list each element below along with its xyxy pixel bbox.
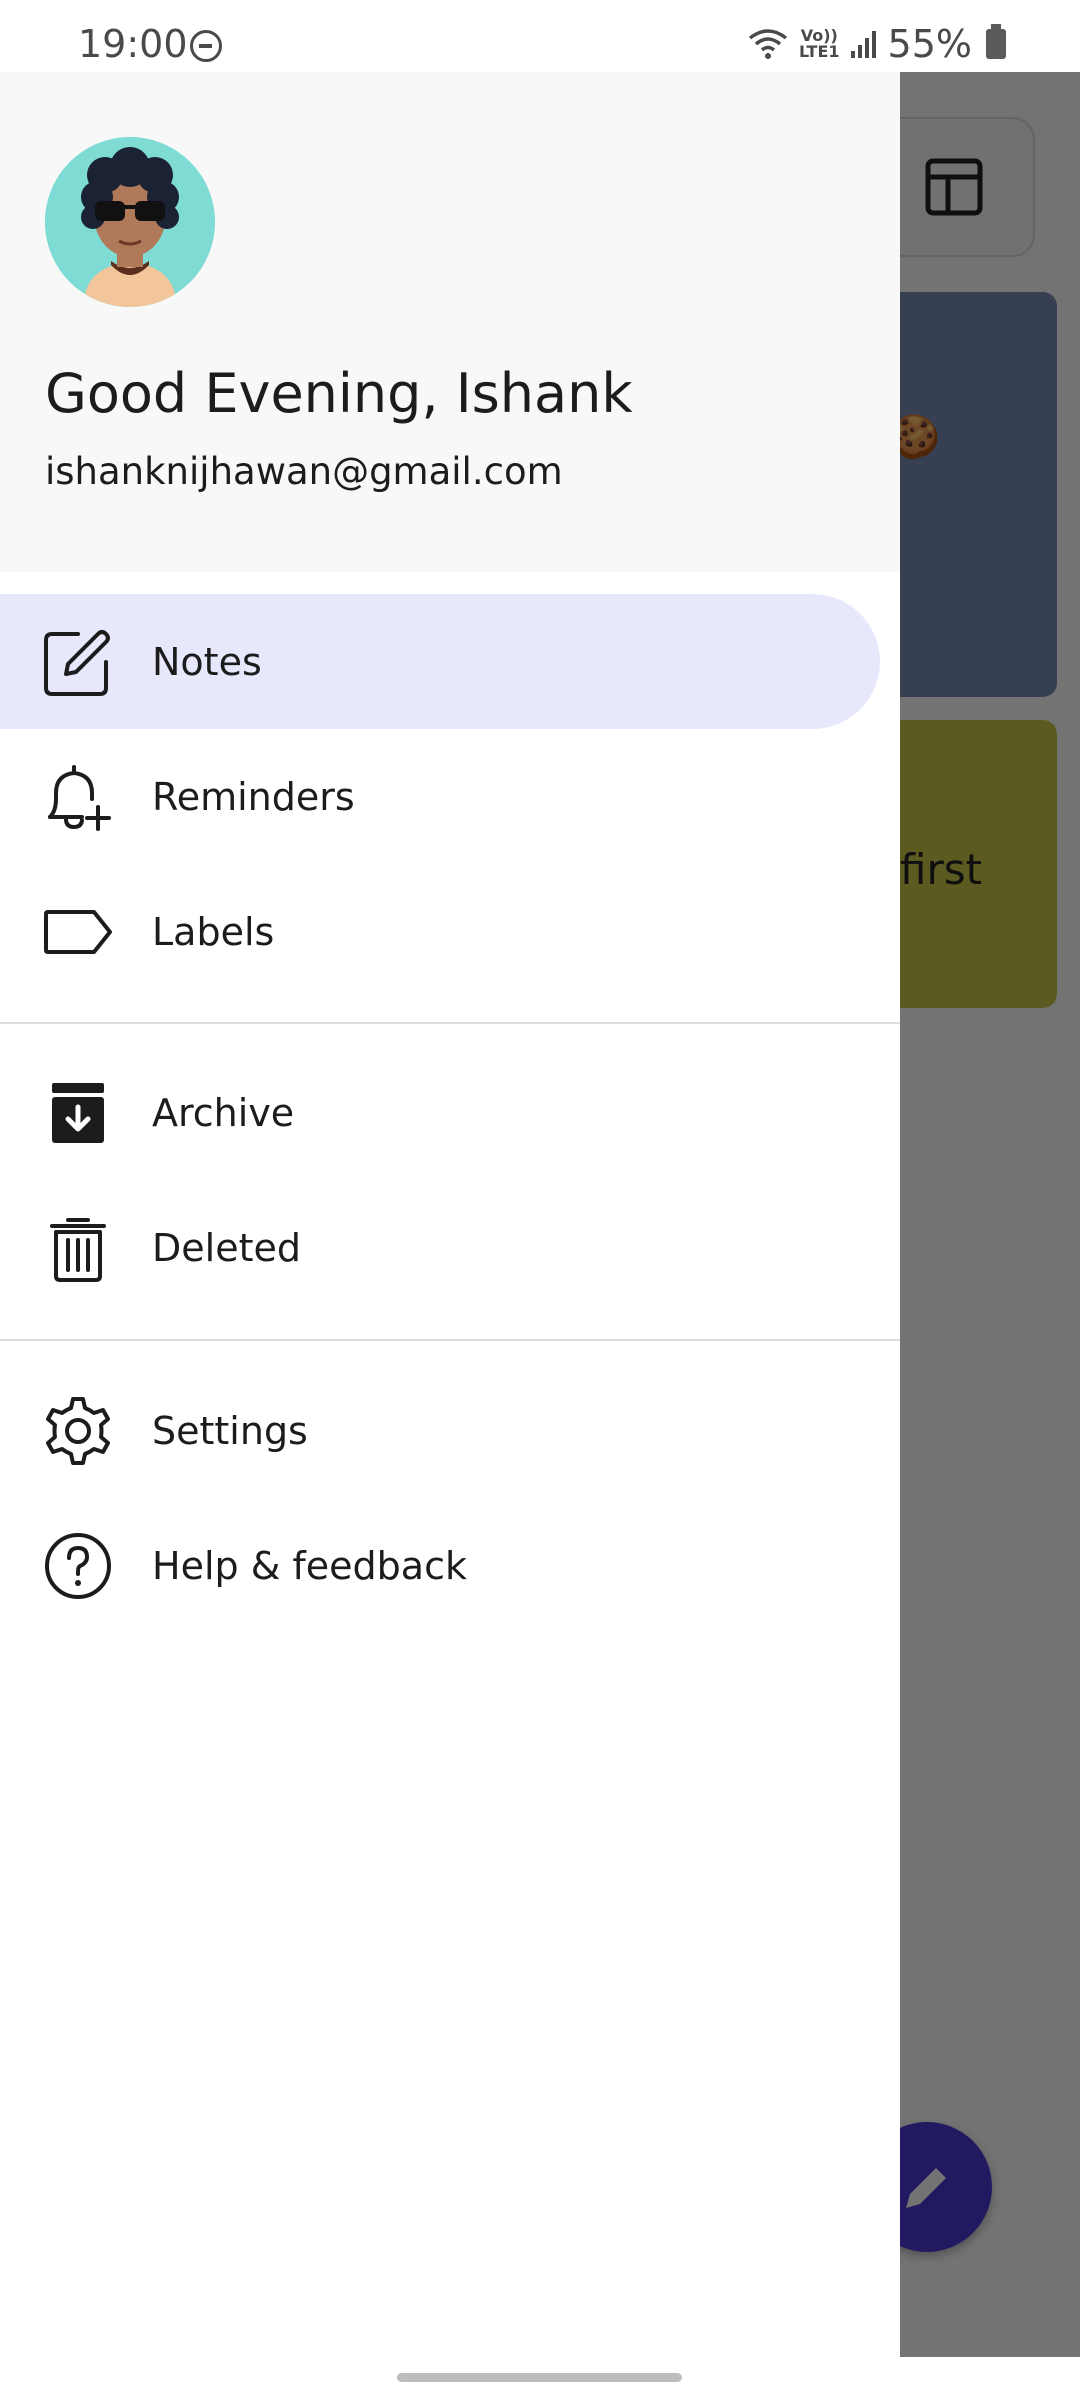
navigation-drawer: Good Evening, Ishank ishanknijhawan@gmai… [0, 72, 900, 2357]
drawer-header: Good Evening, Ishank ishanknijhawan@gmai… [0, 72, 900, 572]
status-bar: 19:00 Vo)) LTE1 55% [0, 0, 1080, 72]
drawer-divider [0, 1022, 900, 1024]
archive-icon [42, 1077, 114, 1149]
drawer-item-label: Help & feedback [152, 1543, 467, 1588]
account-email: ishanknijhawan@gmail.com [45, 450, 563, 493]
gear-icon [42, 1395, 114, 1467]
drawer-item-label: Archive [152, 1090, 295, 1135]
drawer-item-label: Deleted [152, 1225, 301, 1270]
drawer-item-labels[interactable]: Labels [0, 864, 880, 999]
drawer-item-label: Reminders [152, 774, 355, 819]
drawer-item-label: Settings [152, 1408, 308, 1453]
battery-percent: 55% [887, 22, 972, 66]
cell-signal-icon [850, 31, 876, 58]
drawer-divider [0, 1339, 900, 1341]
status-time: 19:00 [78, 22, 188, 66]
drawer-item-help[interactable]: Help & feedback [0, 1498, 880, 1633]
trash-icon [42, 1212, 114, 1284]
label-icon [42, 896, 114, 968]
avatar-image [45, 137, 215, 307]
drawer-item-notes[interactable]: Notes [0, 594, 880, 729]
drawer-item-deleted[interactable]: Deleted [0, 1180, 880, 1315]
battery-icon [986, 24, 1006, 59]
avatar[interactable] [45, 137, 215, 307]
help-icon [42, 1530, 114, 1602]
drawer-item-settings[interactable]: Settings [0, 1363, 880, 1498]
do-not-disturb-icon [190, 30, 222, 62]
status-icons: Vo)) LTE1 55% [747, 22, 1006, 66]
drawer-item-reminders[interactable]: Reminders [0, 729, 880, 864]
drawer-item-label: Notes [152, 639, 262, 684]
bell-plus-icon [42, 761, 114, 833]
home-gesture-handle[interactable] [397, 2373, 682, 2382]
edit-note-icon [42, 626, 114, 698]
volte-line2: LTE1 [799, 42, 840, 61]
drawer-item-label: Labels [152, 909, 275, 954]
wifi-icon [748, 29, 788, 59]
drawer-item-archive[interactable]: Archive [0, 1045, 880, 1180]
volte-indicator: Vo)) LTE1 [799, 28, 840, 60]
system-nav-bar [0, 2357, 1080, 2400]
greeting-text: Good Evening, Ishank [45, 362, 633, 425]
